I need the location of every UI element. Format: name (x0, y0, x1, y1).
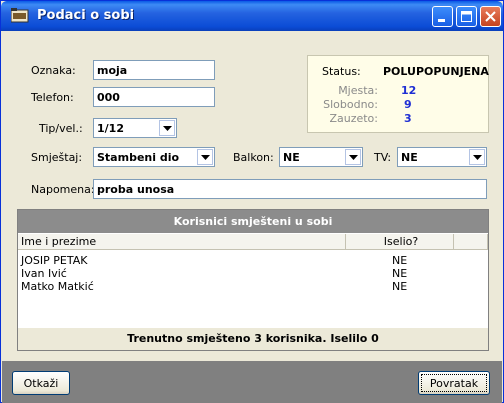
tv-value: NE (401, 151, 418, 164)
smjestaj-value: Stambeni dio (97, 151, 180, 164)
otkazi-button[interactable]: Otkaži (12, 371, 70, 395)
balkon-label: Balkon: (233, 151, 274, 164)
telefon-field[interactable]: 000 (93, 87, 215, 107)
balkon-value: NE (283, 151, 300, 164)
grid-title: Korisnici smješteni u sobi (18, 210, 488, 233)
status-label: Status: (322, 65, 361, 78)
table-row-name[interactable]: JOSIP PETAK (21, 254, 87, 267)
povratak-button[interactable]: Povratak (418, 371, 490, 395)
status-panel: Status: POLUPOPUNJENA Mjesta: 12 Slobodn… (307, 55, 489, 133)
window-title: Podaci o sobi (37, 8, 135, 23)
table-row-iselio[interactable]: NE (392, 267, 407, 280)
napomena-label: Napomena: (31, 183, 95, 196)
tip-label: Tip/vel.: (39, 122, 83, 135)
slobodno-label: Slobodno: (323, 98, 378, 111)
column-header-name[interactable]: Ime i prezime (18, 234, 346, 250)
slobodno-value: 9 (404, 98, 412, 111)
chevron-down-icon[interactable] (197, 149, 213, 165)
minimize-icon (438, 19, 445, 22)
balkon-select[interactable]: NE (279, 147, 363, 167)
mjesta-value: 12 (401, 84, 417, 97)
napomena-field[interactable]: proba unosa (93, 179, 487, 199)
maximize-button[interactable] (456, 6, 477, 27)
smjestaj-select[interactable]: Stambeni dio (93, 147, 215, 167)
column-header-filler (454, 234, 488, 250)
column-header-iselio[interactable]: Iselio? (346, 234, 454, 250)
smjestaj-label: Smještaj: (31, 151, 83, 164)
table-row-iselio[interactable]: NE (392, 280, 407, 293)
maximize-icon (461, 11, 472, 22)
chevron-down-icon[interactable] (469, 149, 485, 165)
mjesta-label: Mjesta: (338, 84, 378, 97)
minimize-button[interactable] (432, 6, 453, 27)
users-grid: Korisnici smješteni u sobi Ime i prezime… (17, 209, 489, 351)
table-row-name[interactable]: Ivan Ivić (21, 267, 67, 280)
tv-label: TV: (374, 151, 392, 164)
tv-select[interactable]: NE (397, 147, 487, 167)
close-button[interactable] (480, 6, 501, 27)
dialog-window: Podaci o sobi Oznaka: moja Telefon: 000 … (0, 0, 504, 403)
title-bar[interactable]: Podaci o sobi (1, 1, 503, 31)
close-icon (485, 11, 496, 22)
telefon-label: Telefon: (31, 91, 74, 104)
tip-select[interactable]: 1/12 (93, 118, 177, 138)
status-value: POLUPOPUNJENA (383, 65, 489, 78)
oznaka-label: Oznaka: (31, 64, 76, 77)
window-app-icon (10, 8, 29, 23)
oznaka-field[interactable]: moja (93, 60, 215, 80)
button-bar: Otkaži Povratak (2, 361, 502, 403)
chevron-down-icon[interactable] (159, 120, 175, 136)
grid-footer: Trenutno smješteno 3 korisnika. Iselilo … (18, 328, 488, 350)
zauzeto-label: Zauzeto: (329, 112, 378, 125)
chevron-down-icon[interactable] (345, 149, 361, 165)
zauzeto-value: 3 (404, 112, 412, 125)
table-row-iselio[interactable]: NE (392, 254, 407, 267)
tip-value: 1/12 (97, 122, 124, 135)
table-row-name[interactable]: Matko Matkić (21, 280, 94, 293)
